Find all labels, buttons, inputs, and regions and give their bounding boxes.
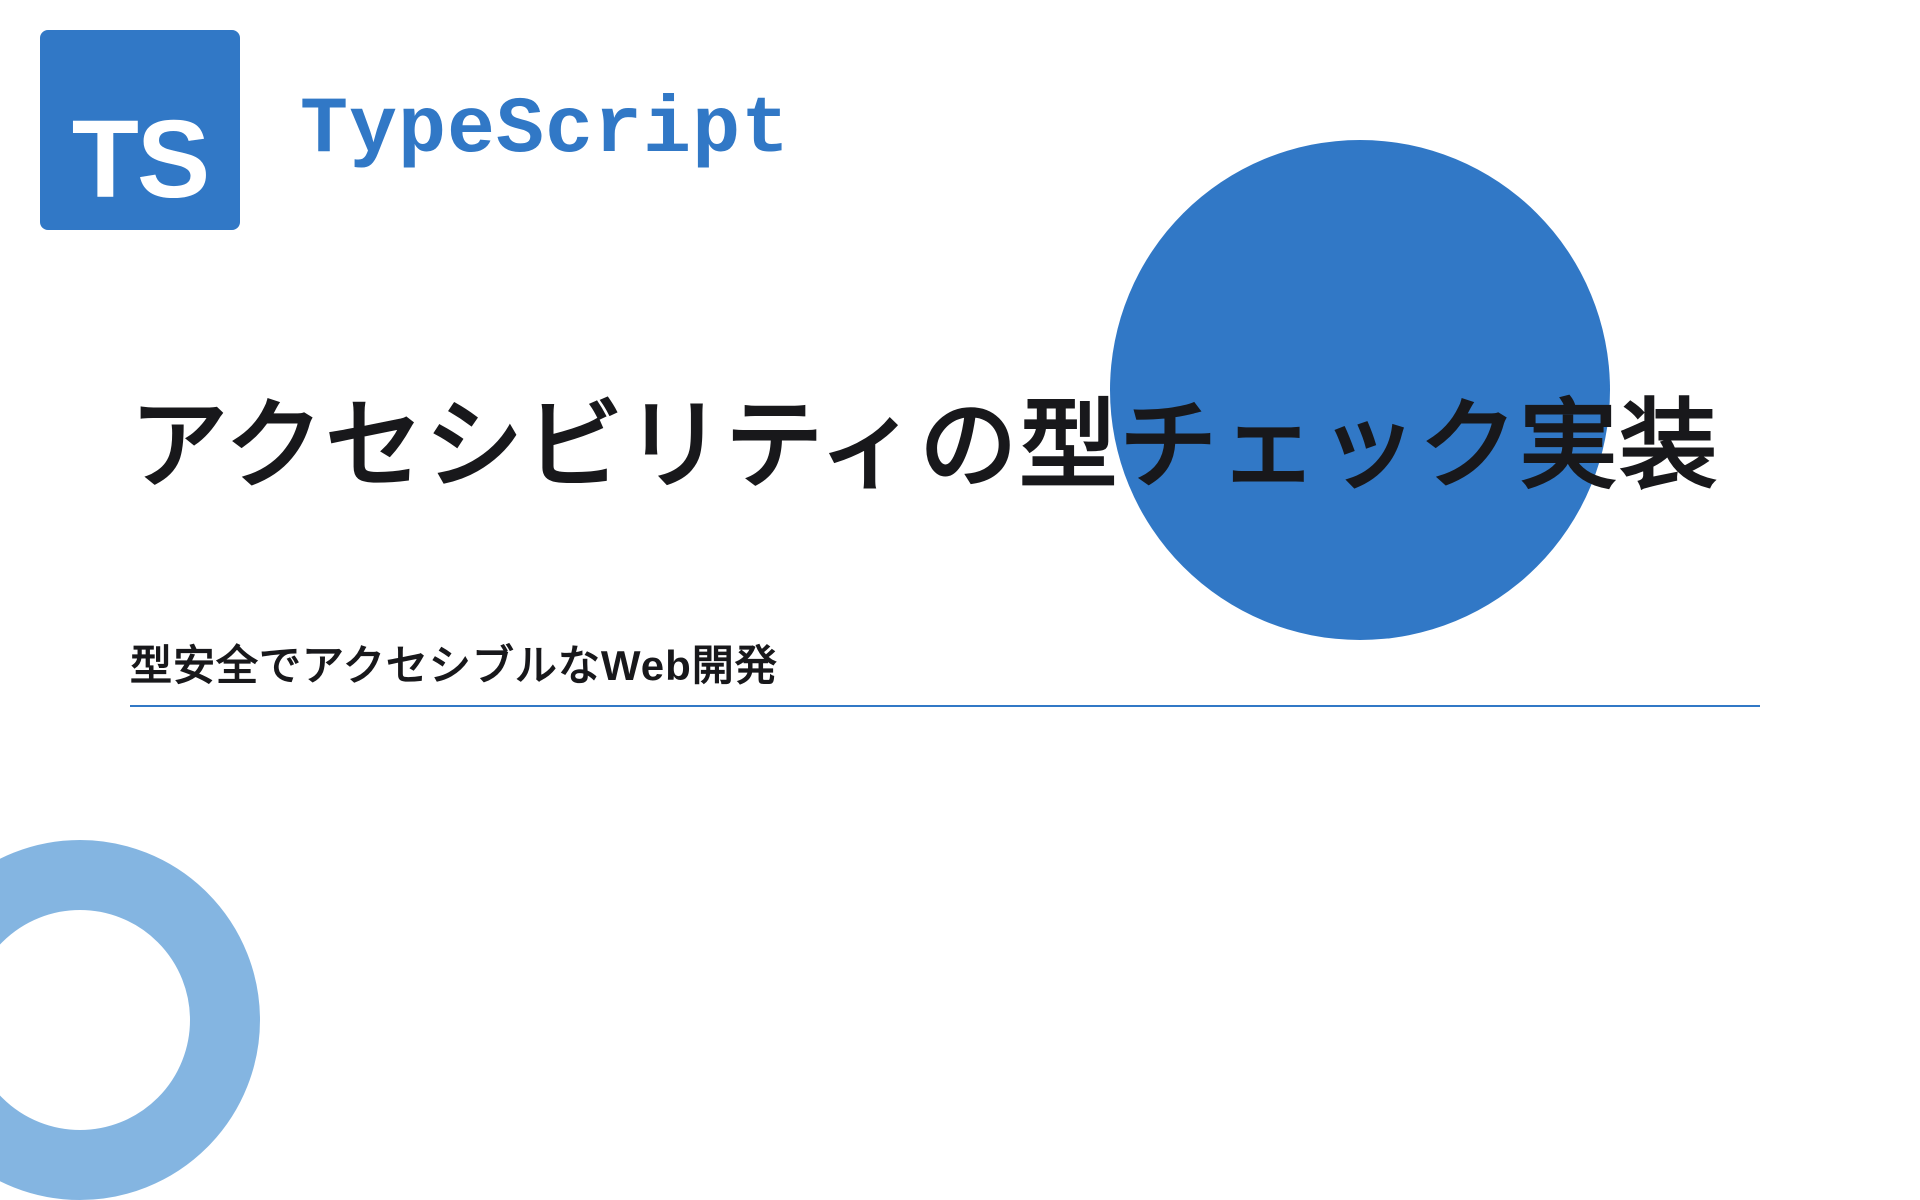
slide-subtitle: 型安全でアクセシブルなWeb開発 [130,632,1760,693]
subtitle-wrap: 型安全でアクセシブルなWeb開発 [130,632,1760,707]
logo-label: TypeScript [300,85,790,176]
decorative-circle-ring [0,840,260,1200]
logo-badge-text: TS [72,105,209,215]
typescript-logo-icon: TS [40,30,240,230]
logo-row: TS TypeScript [40,30,1800,230]
slide-container: TS TypeScript アクセシビリティの型チェック実装 型安全でアクセシブ… [0,0,1920,1080]
slide-title: アクセシビリティの型チェック実装 [130,370,1760,522]
